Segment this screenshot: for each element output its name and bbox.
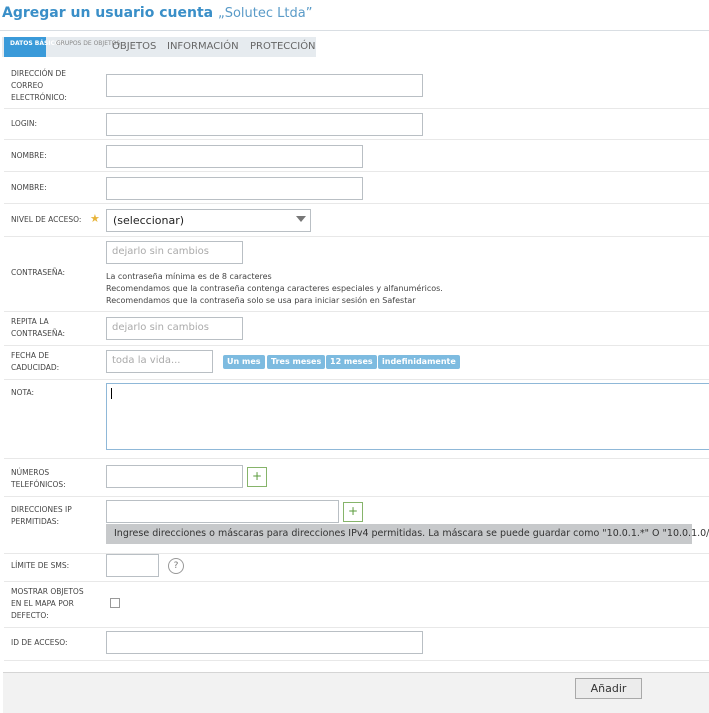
- sms-label: LÍMITE DE SMS:: [11, 561, 70, 570]
- expiry-label: FECHA DE CADUCIDAD:: [11, 351, 60, 372]
- add-phone-button[interactable]: +: [247, 467, 267, 487]
- first-name-label: NOMBRE:: [11, 151, 47, 160]
- footer: Añadir: [3, 672, 709, 713]
- tab-information[interactable]: INFORMACIÓN: [167, 37, 239, 57]
- row-first-name: NOMBRE:: [4, 139, 709, 172]
- password-placeholder: dejarlo sin cambios: [112, 246, 209, 257]
- password-label: CONTRASEÑA:: [11, 268, 66, 277]
- header: Agregar un usuario cuenta „Solutec Ltda”: [0, 0, 709, 31]
- tab-protection[interactable]: PROTECCIÓN: [250, 37, 316, 57]
- access-id-label: ID DE ACCESO:: [11, 638, 68, 647]
- expiry-one-month-button[interactable]: Un mes: [223, 355, 265, 369]
- row-last-name: NOMBRE:: [4, 171, 709, 204]
- tab-objects[interactable]: OBJETOS: [112, 37, 156, 57]
- show-objects-label: MOSTRAR OBJETOS EN EL MAPA POR DEFECTO:: [11, 587, 84, 620]
- page-title: Agregar un usuario cuenta „Solutec Ltda”: [2, 5, 312, 21]
- email-label: DIRECCIÓN DE CORREO ELECTRÓNICO:: [11, 69, 67, 102]
- page-title-text: Agregar un usuario cuenta: [2, 5, 214, 21]
- tab-bar: DATOS BÁSICOS GRUPOS DE OBJETOS OBJETOS …: [2, 37, 316, 57]
- password-hint-2: Recomendamos que la contraseña contenga …: [106, 284, 443, 293]
- repeat-password-label: REPITA LA CONTRASEÑA:: [11, 317, 66, 338]
- add-ip-button[interactable]: +: [343, 502, 363, 522]
- last-name-field[interactable]: [106, 177, 363, 200]
- access-level-value: (seleccionar): [113, 214, 185, 227]
- account-name: „Solutec Ltda”: [217, 6, 313, 21]
- last-name-label: NOMBRE:: [11, 183, 47, 192]
- repeat-password-field[interactable]: dejarlo sin cambios: [106, 317, 243, 340]
- phones-label: NÚMEROS TELEFÓNICOS:: [11, 468, 66, 489]
- password-field[interactable]: dejarlo sin cambios: [106, 241, 243, 264]
- email-field[interactable]: [106, 74, 423, 97]
- tab-basic-data[interactable]: DATOS BÁSICOS: [4, 37, 64, 57]
- note-label: NOTA:: [11, 388, 35, 397]
- login-label: LOGIN:: [11, 119, 37, 128]
- text-cursor: [111, 388, 112, 399]
- expiry-twelve-months-button[interactable]: 12 meses: [326, 355, 377, 369]
- first-name-field[interactable]: [106, 145, 363, 168]
- access-level-select[interactable]: (seleccionar): [106, 209, 311, 232]
- expiry-placeholder: toda la vida...: [112, 355, 181, 366]
- access-level-label: NIVEL DE ACCESO:: [11, 215, 82, 224]
- access-id-field[interactable]: [106, 631, 423, 654]
- row-access-id: ID DE ACCESO:: [4, 627, 709, 661]
- chevron-down-icon: [296, 216, 306, 222]
- row-note: NOTA:: [4, 379, 709, 459]
- expiry-field[interactable]: toda la vida...: [106, 350, 213, 373]
- row-repeat-password: REPITA LA CONTRASEÑA: dejarlo sin cambio…: [4, 311, 709, 346]
- row-email: DIRECCIÓN DE CORREO ELECTRÓNICO:: [4, 60, 709, 109]
- row-login: LOGIN:: [4, 108, 709, 140]
- ip-info-tooltip: Ingrese direcciones o máscaras para dire…: [106, 524, 709, 544]
- row-password: CONTRASEÑA: dejarlo sin cambios La contr…: [4, 236, 709, 312]
- ip-field[interactable]: [106, 500, 339, 523]
- repeat-password-placeholder: dejarlo sin cambios: [112, 322, 209, 333]
- tab-object-groups[interactable]: GRUPOS DE OBJETOS: [54, 37, 120, 57]
- row-ip: DIRECCIONES IP PERMITIDAS: + Ingrese dir…: [4, 496, 709, 554]
- row-sms: LÍMITE DE SMS: ?: [4, 553, 709, 582]
- phone-field[interactable]: [106, 465, 243, 488]
- row-access-level: NIVEL DE ACCESO: ★ (seleccionar): [4, 203, 709, 237]
- login-field[interactable]: [106, 113, 423, 136]
- expiry-indefinite-button[interactable]: indefinidamente: [378, 355, 460, 369]
- required-star-icon: ★: [90, 212, 100, 225]
- ip-label: DIRECCIONES IP PERMITIDAS:: [11, 505, 72, 526]
- expiry-three-months-button[interactable]: Tres meses: [267, 355, 326, 369]
- sms-limit-field[interactable]: [106, 554, 159, 577]
- row-show-objects: MOSTRAR OBJETOS EN EL MAPA POR DEFECTO:: [4, 581, 709, 628]
- row-expiry: FECHA DE CADUCIDAD: toda la vida... Un m…: [4, 345, 709, 380]
- password-hint-3: Recomendamos que la contraseña solo se u…: [106, 296, 416, 305]
- note-textarea[interactable]: [106, 383, 709, 450]
- add-button[interactable]: Añadir: [575, 678, 642, 699]
- password-hint-1: La contraseña mínima es de 8 caracteres: [106, 272, 272, 281]
- help-icon[interactable]: ?: [168, 558, 184, 574]
- row-phones: NÚMEROS TELEFÓNICOS: +: [4, 458, 709, 497]
- show-objects-checkbox[interactable]: [110, 598, 120, 608]
